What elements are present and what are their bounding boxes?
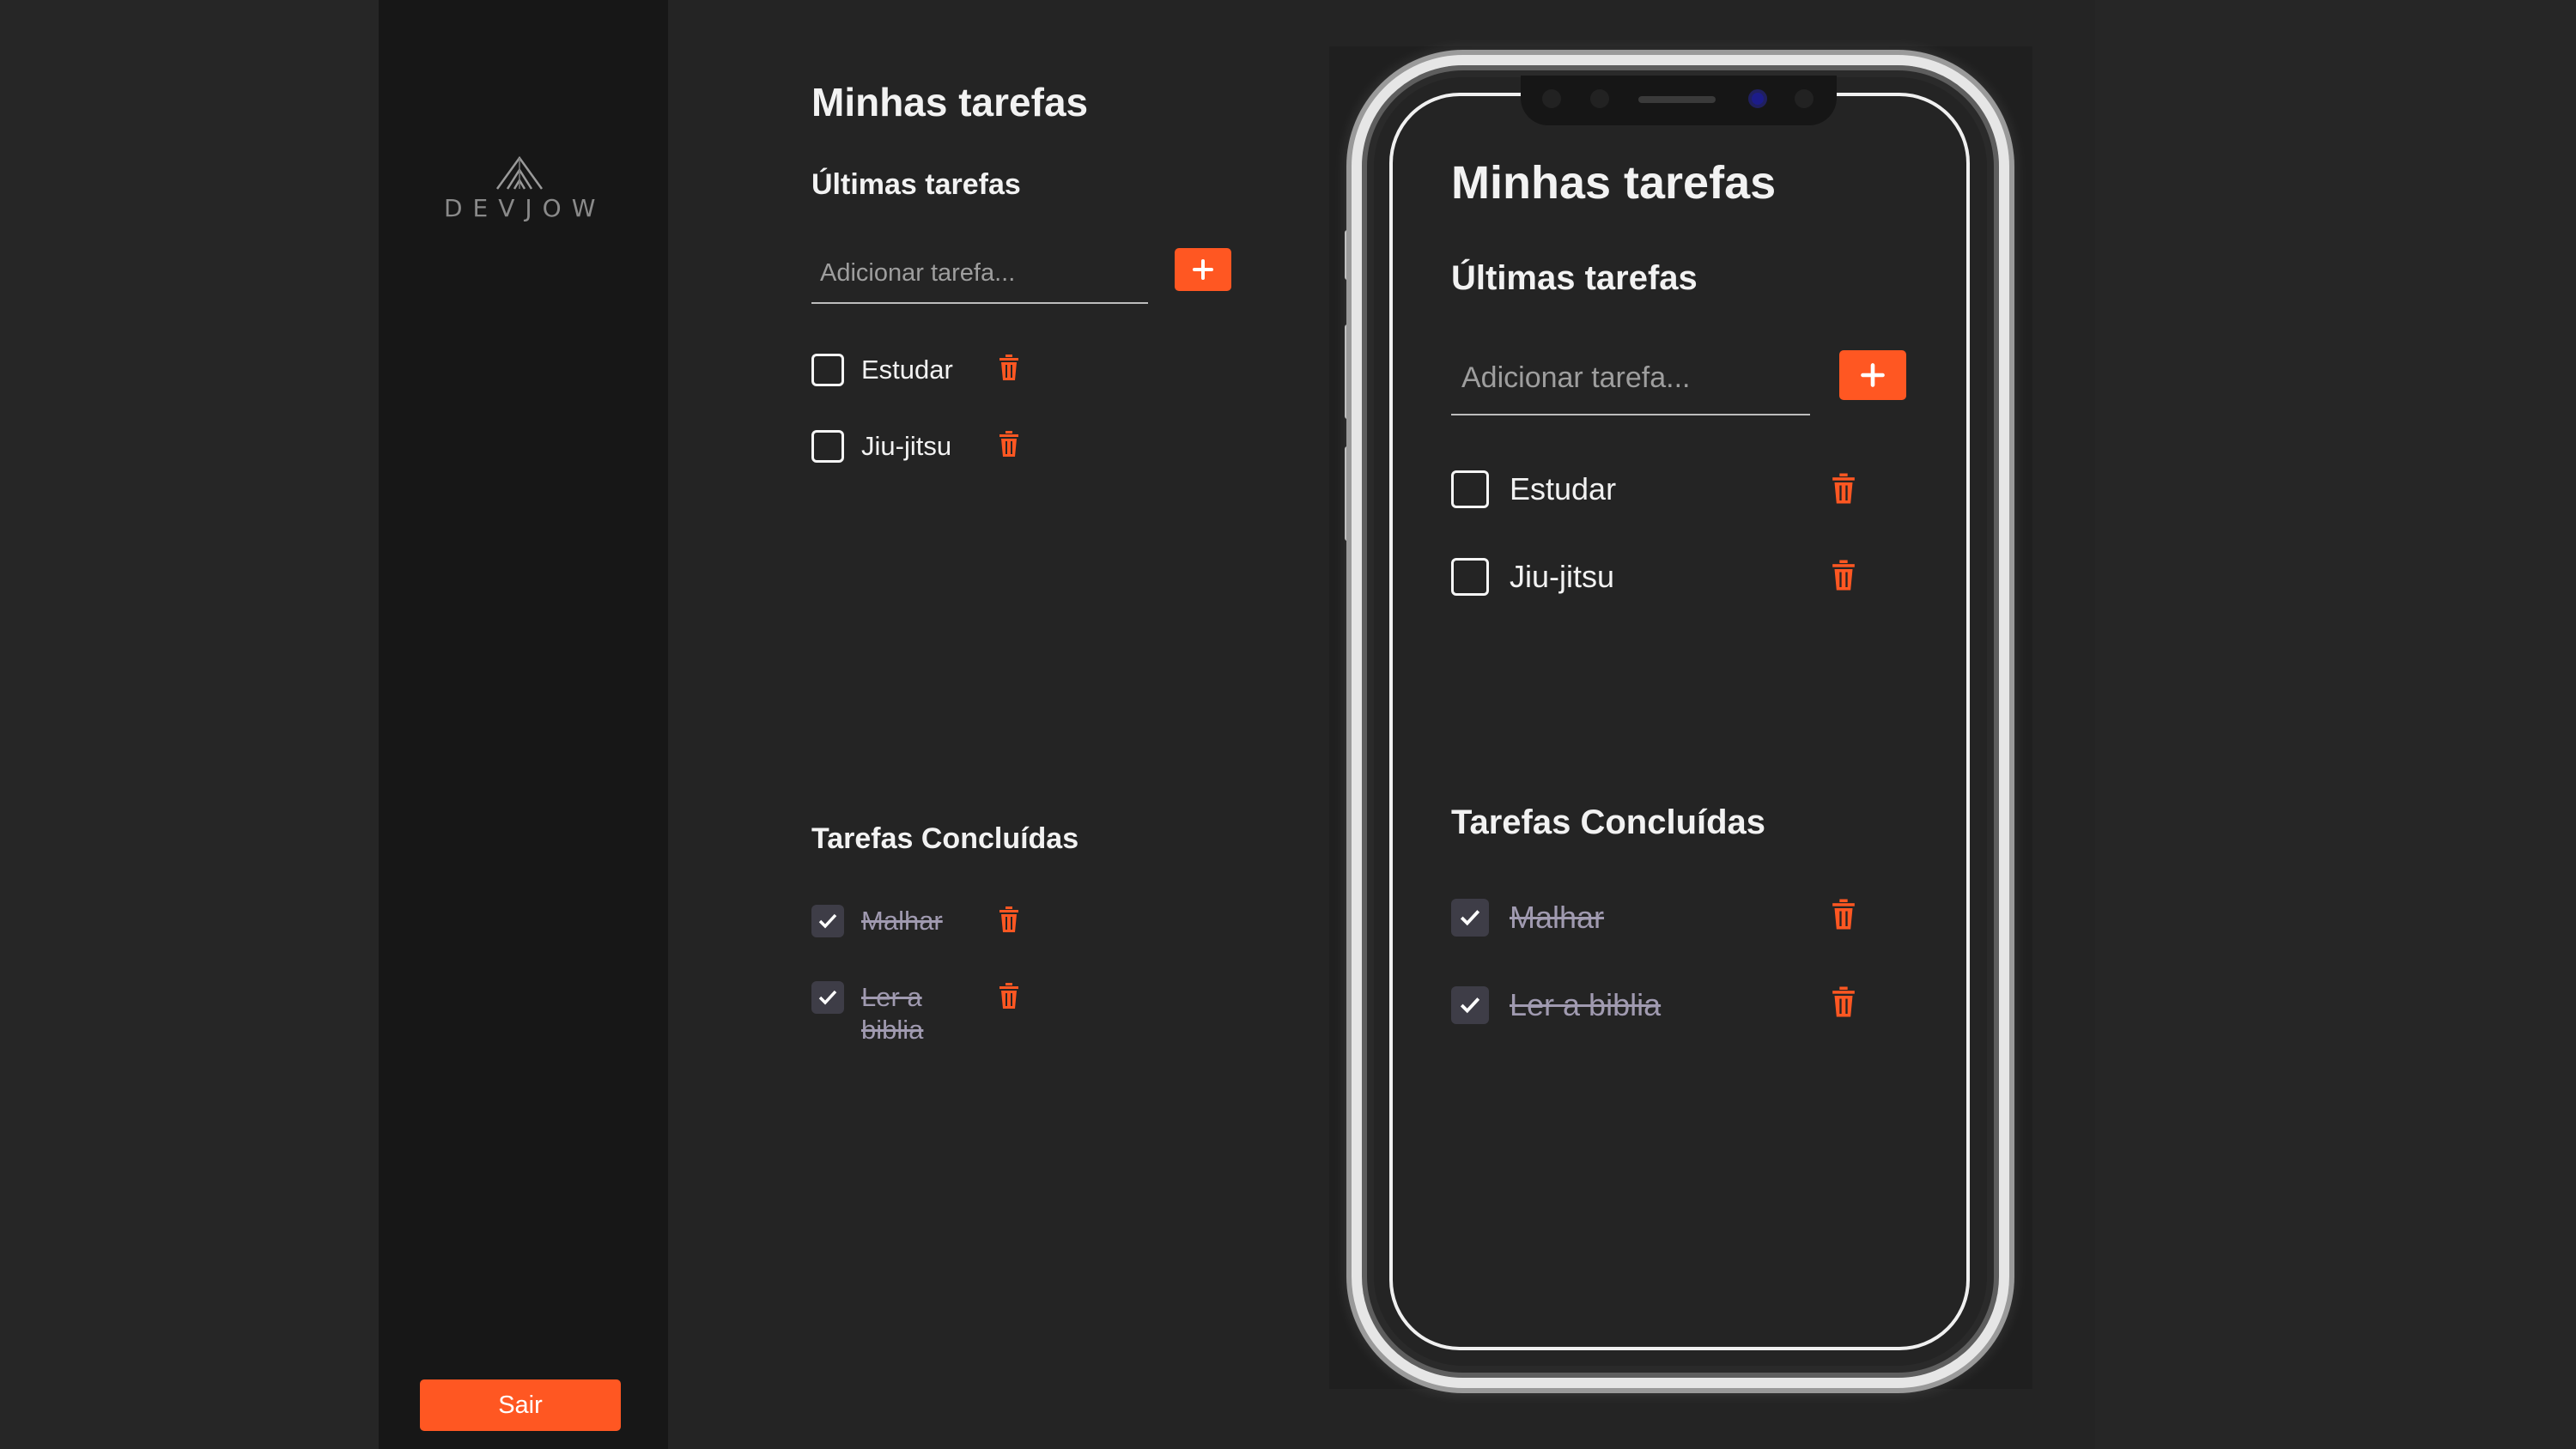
- trash-icon[interactable]: [999, 431, 1019, 457]
- trash-icon[interactable]: [999, 355, 1019, 380]
- task-label: Estudar: [861, 355, 953, 385]
- trash-icon[interactable]: [1832, 986, 1856, 1017]
- notch-sensor: [1542, 89, 1561, 108]
- front-camera: [1748, 89, 1767, 108]
- trash-icon[interactable]: [999, 983, 1019, 1009]
- mobile-add-task-input[interactable]: [1451, 342, 1810, 415]
- plus-icon: [1193, 259, 1213, 280]
- trash-icon[interactable]: [1832, 899, 1856, 930]
- task-label: Ler a biblia: [1510, 987, 1662, 1022]
- mobile-completed-tasks-heading: Tarefas Concluídas: [1451, 803, 1766, 841]
- notch-sensor: [1795, 89, 1814, 108]
- checkmark-icon: [818, 913, 837, 929]
- mobile-latest-tasks-heading: Últimas tarefas: [1451, 259, 1698, 297]
- task-item: Jiu-jitsu: [811, 430, 951, 463]
- mobile-task-item: Estudar: [1451, 470, 1616, 508]
- checkmark-icon: [818, 990, 837, 1005]
- trash-icon[interactable]: [1832, 473, 1856, 504]
- completed-task-item: Ler a biblia: [811, 981, 1009, 1046]
- task-checkbox[interactable]: [1451, 558, 1489, 596]
- task-label: Malhar: [1510, 900, 1605, 935]
- task-item: Estudar: [811, 354, 953, 386]
- logo: DEVJOW: [434, 155, 605, 222]
- notch-sensor: [1590, 89, 1609, 108]
- trash-icon[interactable]: [1832, 560, 1856, 591]
- task-label: Estudar: [1510, 471, 1617, 506]
- task-label: Ler a biblia: [861, 982, 924, 1045]
- task-checkbox[interactable]: [1451, 470, 1489, 508]
- mountain-logo-icon: [495, 155, 544, 190]
- mobile-completed-task-item: Malhar: [1451, 899, 1604, 937]
- phone-side-button: [1345, 230, 1352, 280]
- task-checkbox-checked[interactable]: [811, 905, 844, 937]
- add-task-button[interactable]: [1175, 248, 1231, 291]
- task-checkbox-checked[interactable]: [1451, 899, 1489, 937]
- checkmark-icon: [1460, 997, 1480, 1014]
- task-label: Malhar: [861, 906, 943, 936]
- mobile-page-title: Minhas tarefas: [1451, 157, 1777, 209]
- trash-icon[interactable]: [999, 906, 1019, 932]
- task-checkbox-checked[interactable]: [1451, 986, 1489, 1024]
- logout-button[interactable]: Sair: [420, 1379, 621, 1431]
- logo-text: DEVJOW: [444, 194, 606, 222]
- page-background-right: [2095, 0, 2576, 1449]
- task-checkbox[interactable]: [811, 354, 844, 386]
- latest-tasks-heading: Últimas tarefas: [811, 168, 1021, 201]
- task-label: Jiu-jitsu: [861, 431, 952, 461]
- mobile-task-item: Jiu-jitsu: [1451, 558, 1614, 596]
- task-checkbox[interactable]: [811, 430, 844, 463]
- add-task-input[interactable]: [811, 244, 1148, 304]
- completed-task-item: Malhar: [811, 905, 943, 937]
- phone-side-button: [1345, 324, 1352, 419]
- page-background-left: [0, 0, 379, 1449]
- notch-speaker: [1638, 96, 1716, 103]
- task-checkbox-checked[interactable]: [811, 981, 844, 1014]
- completed-tasks-heading: Tarefas Concluídas: [811, 822, 1079, 855]
- mobile-add-task-button[interactable]: [1839, 350, 1906, 400]
- phone-side-button: [1345, 446, 1352, 541]
- page-title: Minhas tarefas: [811, 80, 1089, 124]
- task-label: Jiu-jitsu: [1510, 559, 1615, 594]
- plus-icon: [1861, 363, 1885, 387]
- mobile-completed-task-item: Ler a biblia: [1451, 986, 1661, 1024]
- checkmark-icon: [1460, 910, 1480, 926]
